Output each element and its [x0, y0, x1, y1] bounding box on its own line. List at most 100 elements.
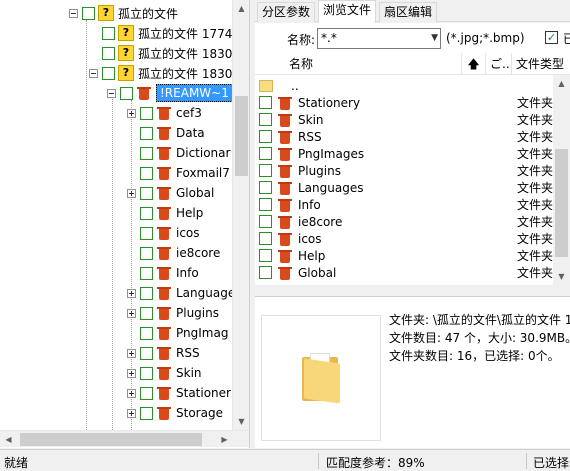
tree-node[interactable]: Language [127, 283, 235, 303]
tree-node-checkbox[interactable] [102, 46, 115, 60]
tree-node[interactable]: ? 孤立的文件 1774 [89, 23, 232, 43]
list-item-checkbox[interactable] [259, 96, 272, 109]
filter-checkbox[interactable]: ✓ [545, 31, 558, 44]
tree-node[interactable]: !REAMW~1 [107, 83, 233, 103]
chevron-down-icon[interactable]: ▼ [431, 29, 438, 48]
expand-icon[interactable] [127, 368, 136, 378]
list-item-checkbox[interactable] [259, 113, 272, 126]
scroll-down-arrow-icon[interactable]: ▼ [233, 413, 249, 430]
list-item[interactable]: Help 文件夹 [255, 247, 570, 264]
tree-node-checkbox[interactable] [140, 106, 153, 120]
tree-node-checkbox[interactable] [140, 186, 153, 200]
tree-horizontal-scrollbar[interactable]: ◀ ▶ [0, 430, 249, 448]
tree-node-checkbox[interactable] [140, 406, 153, 420]
scroll-left-arrow-icon[interactable]: ◀ [0, 431, 17, 448]
tree-node[interactable]: icos [127, 223, 200, 243]
list-item[interactable]: Stationery 文件夹 [255, 94, 570, 111]
list-item-checkbox[interactable] [259, 215, 272, 228]
tree-node-checkbox[interactable] [82, 6, 95, 20]
expand-icon[interactable] [127, 388, 136, 398]
list-item-checkbox[interactable] [259, 249, 272, 262]
tree-node[interactable]: Global [127, 183, 214, 203]
tree-node[interactable]: Info [127, 263, 199, 283]
column-header-type[interactable]: 文件类型 [512, 53, 570, 75]
tree-node[interactable]: Storage [127, 403, 223, 423]
list-item[interactable]: Skin 文件夹 [255, 111, 570, 128]
tree-node-checkbox[interactable] [140, 366, 153, 380]
tree-node[interactable]: ie8core [127, 243, 220, 263]
list-vertical-scrollbar[interactable]: ▲ ▼ [553, 75, 570, 285]
tree-node-checkbox[interactable] [140, 326, 153, 340]
collapse-icon[interactable] [69, 8, 78, 18]
tree-node-checkbox[interactable] [140, 126, 153, 140]
list-item[interactable]: PngImages 文件夹 [255, 145, 570, 162]
expand-icon[interactable] [127, 308, 136, 318]
list-item[interactable]: icos 文件夹 [255, 230, 570, 247]
list-item[interactable]: Global 文件夹 [255, 264, 570, 281]
tree-node[interactable]: Help [127, 203, 203, 223]
tree-node[interactable]: Skin [127, 363, 202, 383]
tab-partition-params[interactable]: 分区参数 [257, 2, 316, 22]
tree-node[interactable]: ? 孤立的文件 1830 [89, 43, 232, 63]
file-list[interactable]: 名称 🡅 ご... 文件类型 .. Stationery 文件夹 Skin 文件夹 RS… [255, 53, 570, 285]
list-item[interactable]: Info 文件夹 [255, 196, 570, 213]
list-scroll-thumb[interactable] [555, 149, 568, 257]
list-item-checkbox[interactable] [259, 198, 272, 211]
list-item[interactable]: RSS 文件夹 [255, 128, 570, 145]
tab-browse-files[interactable]: 浏览文件 [318, 0, 377, 23]
list-item-checkbox[interactable] [259, 266, 272, 279]
list-item-checkbox[interactable] [259, 181, 272, 194]
tree-node-checkbox[interactable] [140, 206, 153, 220]
tree-node-checkbox[interactable] [140, 146, 153, 160]
list-item[interactable]: Languages 文件夹 [255, 179, 570, 196]
tree-node[interactable]: Dictionar [127, 143, 230, 163]
tree-node-checkbox[interactable] [102, 66, 115, 80]
tree-node-checkbox[interactable] [140, 286, 153, 300]
list-item-checkbox[interactable] [259, 232, 272, 245]
tree-node[interactable]: PngImag [127, 323, 228, 343]
list-item[interactable]: Plugins 文件夹 [255, 162, 570, 179]
scroll-up-arrow-icon[interactable]: ▲ [233, 0, 249, 17]
tree-node[interactable]: Data [127, 123, 205, 143]
tree-node-checkbox[interactable] [140, 306, 153, 320]
list-item-checkbox[interactable] [259, 130, 272, 143]
collapse-icon[interactable] [89, 68, 98, 78]
scroll-up-arrow-icon[interactable]: ▲ [553, 75, 570, 92]
scroll-right-arrow-icon[interactable]: ▶ [216, 431, 233, 448]
tree-hscroll-thumb[interactable] [20, 433, 202, 446]
tree-node[interactable]: Stationer [127, 383, 231, 403]
tree-vertical-scrollbar[interactable]: ▲ ▼ [232, 0, 249, 430]
list-item-checkbox[interactable] [259, 164, 272, 177]
tree-node-checkbox[interactable] [140, 246, 153, 260]
tree-node[interactable]: Foxmail7 [127, 163, 230, 183]
tree-node-checkbox[interactable] [102, 26, 115, 40]
expand-icon[interactable] [127, 108, 136, 118]
tree-node[interactable]: ? 孤立的文件 1830 [89, 63, 232, 83]
tree-node[interactable]: ? 孤立的文件 [69, 3, 178, 23]
folder-tree[interactable]: ? 孤立的文件? 孤立的文件 1774? 孤立的文件 1830? 孤立的文件 1830!… [0, 0, 250, 448]
tree-scroll-thumb[interactable] [235, 96, 248, 176]
tree-node[interactable]: RSS [127, 343, 200, 363]
tree-node-checkbox[interactable] [140, 266, 153, 280]
tree-node-checkbox[interactable] [140, 346, 153, 360]
tree-node-checkbox[interactable] [140, 226, 153, 240]
tree-node-checkbox[interactable] [140, 386, 153, 400]
parent-folder-row[interactable]: .. [255, 77, 570, 94]
expand-icon[interactable] [127, 188, 136, 198]
expand-icon[interactable] [127, 348, 136, 358]
expand-icon[interactable] [127, 288, 136, 298]
collapse-icon[interactable] [107, 88, 116, 98]
list-item-checkbox[interactable] [259, 147, 272, 160]
sort-up-icon[interactable]: 🡅 [462, 53, 486, 75]
name-filter-combobox[interactable]: *.* ▼ [317, 28, 441, 49]
column-header-2[interactable]: ご... [486, 53, 512, 75]
list-item[interactable]: ie8core 文件夹 [255, 213, 570, 230]
tab-sector-edit[interactable]: 扇区编辑 [379, 2, 438, 22]
expand-icon[interactable] [127, 408, 136, 418]
scroll-down-arrow-icon[interactable]: ▼ [553, 268, 570, 285]
tree-node[interactable]: cef3 [127, 103, 202, 123]
tree-node-checkbox[interactable] [140, 166, 153, 180]
tree-node-checkbox[interactable] [120, 86, 133, 100]
column-header-name[interactable]: 名称 [255, 53, 462, 75]
tree-node[interactable]: Plugins [127, 303, 219, 323]
